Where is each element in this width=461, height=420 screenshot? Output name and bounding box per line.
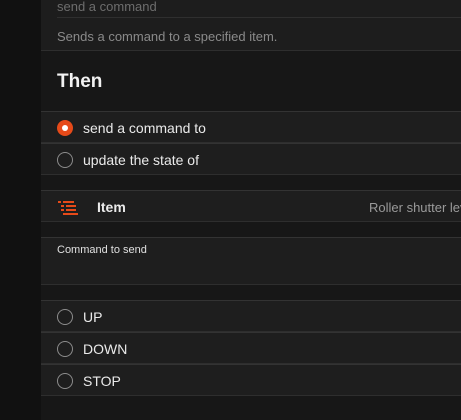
- command-field-label: Command to send: [57, 244, 147, 256]
- radio-label: send a command to: [83, 120, 206, 136]
- radio-button[interactable]: [57, 341, 73, 357]
- command-option-up[interactable]: UP: [41, 300, 461, 332]
- item-value: Roller shutter lev: [369, 200, 461, 215]
- item-label: Item: [97, 199, 126, 215]
- command-field[interactable]: Command to send: [41, 237, 461, 285]
- action-description: Sends a command to a specified item.: [57, 29, 278, 44]
- radio-send-command[interactable]: send a command to: [41, 111, 461, 143]
- radio-button[interactable]: [57, 373, 73, 389]
- item-selector[interactable]: Item Roller shutter lev: [41, 190, 461, 222]
- radio-label: STOP: [83, 373, 121, 389]
- list-icon: [58, 201, 78, 215]
- action-summary[interactable]: send a command Sends a command to a spec…: [41, 0, 461, 51]
- then-heading: Then: [57, 71, 103, 92]
- action-title: send a command: [57, 0, 157, 14]
- radio-update-state[interactable]: update the state of: [41, 143, 461, 175]
- command-input[interactable]: [57, 260, 461, 282]
- radio-button[interactable]: [57, 152, 73, 168]
- command-option-stop[interactable]: STOP: [41, 364, 461, 396]
- radio-label: update the state of: [83, 152, 199, 168]
- divider: [57, 17, 461, 18]
- command-option-down[interactable]: DOWN: [41, 332, 461, 364]
- radio-button[interactable]: [57, 309, 73, 325]
- radio-label: DOWN: [83, 341, 128, 357]
- rule-action-panel: send a command Sends a command to a spec…: [41, 0, 461, 420]
- radio-label: UP: [83, 309, 103, 325]
- left-sidebar-edge: [0, 0, 41, 420]
- radio-button-checked[interactable]: [57, 120, 73, 136]
